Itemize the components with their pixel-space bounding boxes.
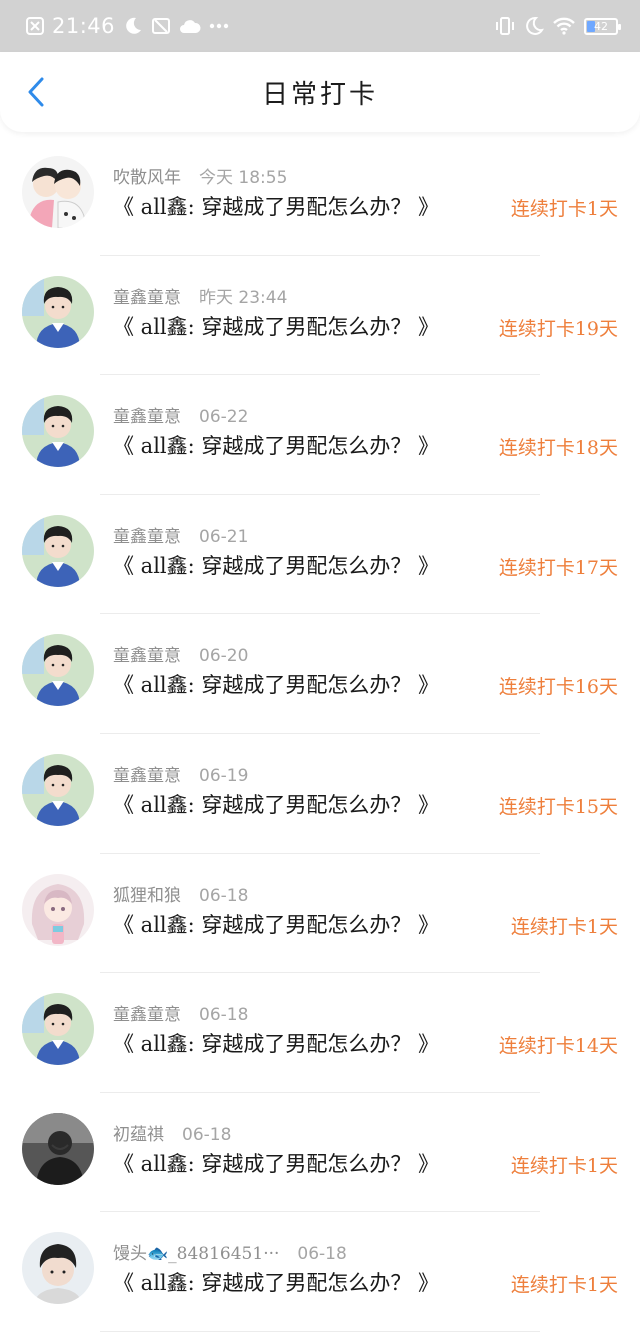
book-title[interactable]: 《 all鑫: 穿越成了男配怎么办？ 》 — [113, 789, 439, 819]
book-title[interactable]: 《 all鑫: 穿越成了男配怎么办？ 》 — [113, 1148, 439, 1178]
item-meta: 童鑫童意 昨天 23:44 — [113, 283, 287, 308]
user-name[interactable]: 吹散风年 — [113, 163, 181, 188]
item-meta: 馒头🐟_84816451··· 06-18 — [113, 1239, 347, 1264]
cloud-icon — [179, 17, 201, 35]
boy-blue-sweater-avatar[interactable] — [22, 993, 94, 1066]
back-button[interactable] — [18, 74, 54, 110]
checkin-item[interactable]: 吹散风年 今天 18:55 《 all鑫: 穿越成了男配怎么办？ 》 连续打卡1… — [0, 136, 640, 256]
post-time: 今天 18:55 — [199, 168, 288, 188]
anime-girl-avatar[interactable] — [22, 873, 94, 946]
book-title[interactable]: 《 all鑫: 穿越成了男配怎么办？ 》 — [113, 1267, 439, 1297]
checkin-item[interactable]: 馒头🐟_84816451··· 06-18 《 all鑫: 穿越成了男配怎么办？… — [0, 1212, 640, 1332]
status-left: 21:46 — [26, 14, 229, 38]
item-meta: 吹散风年 今天 18:55 — [113, 163, 287, 188]
user-name[interactable]: 狐狸和狼 — [113, 881, 181, 906]
more-dots-icon — [209, 23, 229, 29]
vibrate-icon — [494, 16, 516, 36]
streak-badge: 连续打卡1天 — [510, 915, 618, 938]
streak-badge: 连续打卡15天 — [498, 795, 618, 818]
boy-blue-sweater-avatar[interactable] — [22, 514, 94, 587]
post-time: 06-18 — [199, 885, 249, 906]
item-meta: 狐狸和狼 06-18 — [113, 881, 248, 906]
checkin-item[interactable]: 童鑫童意 06-19 《 all鑫: 穿越成了男配怎么办？ 》 连续打卡15天 — [0, 734, 640, 854]
app-header: 日常打卡 — [0, 52, 640, 132]
moon-icon — [524, 16, 544, 36]
boy-blue-sweater-avatar[interactable] — [22, 634, 94, 707]
item-meta: 童鑫童意 06-20 — [113, 641, 248, 666]
checkin-item[interactable]: 童鑫童意 昨天 23:44 《 all鑫: 穿越成了男配怎么办？ 》 连续打卡1… — [0, 256, 640, 376]
wifi-icon — [552, 17, 576, 35]
clock: 21:46 — [52, 14, 116, 38]
streak-badge: 连续打卡17天 — [498, 556, 618, 579]
book-title[interactable]: 《 all鑫: 穿越成了男配怎么办？ 》 — [113, 430, 439, 460]
page-title: 日常打卡 — [261, 79, 378, 110]
user-name[interactable]: 童鑫童意 — [113, 402, 181, 427]
cartoon-couple-avatar[interactable] — [22, 156, 94, 228]
boy-portrait-avatar[interactable] — [22, 1232, 94, 1305]
item-meta: 童鑫童意 06-18 — [113, 1000, 248, 1025]
user-name[interactable]: 初蕴祺 — [113, 1120, 164, 1145]
streak-badge: 连续打卡18天 — [498, 437, 618, 460]
battery-text: 42 — [594, 19, 608, 33]
checkin-item[interactable]: 童鑫童意 06-20 《 all鑫: 穿越成了男配怎么办？ 》 连续打卡16天 — [0, 614, 640, 734]
moon-icon — [123, 16, 143, 36]
user-name[interactable]: 童鑫童意 — [113, 761, 181, 786]
streak-badge: 连续打卡16天 — [498, 676, 618, 699]
item-meta: 童鑫童意 06-21 — [113, 522, 248, 547]
post-time: 06-18 — [297, 1244, 347, 1265]
checkin-list: 吹散风年 今天 18:55 《 all鑫: 穿越成了男配怎么办？ 》 连续打卡1… — [0, 136, 640, 1332]
boy-blue-sweater-avatar[interactable] — [22, 753, 94, 826]
post-time: 昨天 23:44 — [199, 287, 288, 308]
battery-icon: 42 — [584, 17, 621, 35]
book-title[interactable]: 《 all鑫: 穿越成了男配怎么办？ 》 — [113, 1028, 439, 1058]
user-name[interactable]: 童鑫童意 — [113, 522, 181, 547]
streak-badge: 连续打卡1天 — [510, 1274, 618, 1297]
streak-badge: 连续打卡14天 — [498, 1035, 618, 1058]
chevron-left-icon — [28, 77, 44, 107]
book-title[interactable]: 《 all鑫: 穿越成了男配怎么办？ 》 — [113, 311, 439, 341]
book-title[interactable]: 《 all鑫: 穿越成了男配怎么办？ 》 — [113, 550, 439, 580]
streak-badge: 连续打卡19天 — [498, 317, 618, 340]
post-time: 06-20 — [199, 646, 249, 667]
book-title[interactable]: 《 all鑫: 穿越成了男配怎么办？ 》 — [113, 909, 439, 939]
book-title[interactable]: 《 all鑫: 穿越成了男配怎么办？ 》 — [113, 191, 439, 221]
boy-blue-sweater-avatar[interactable] — [22, 395, 94, 468]
alarm-off-icon — [151, 16, 171, 36]
status-right: 42 — [494, 16, 621, 36]
close-box-icon — [26, 17, 44, 35]
status-bar: 21:46 42 — [0, 0, 640, 52]
item-meta: 童鑫童意 06-19 — [113, 761, 248, 786]
post-time: 06-18 — [182, 1124, 232, 1145]
checkin-item[interactable]: 童鑫童意 06-18 《 all鑫: 穿越成了男配怎么办？ 》 连续打卡14天 — [0, 973, 640, 1093]
user-name[interactable]: 童鑫童意 — [113, 283, 181, 308]
streak-badge: 连续打卡1天 — [510, 1154, 618, 1177]
checkin-item[interactable]: 初蕴祺 06-18 《 all鑫: 穿越成了男配怎么办？ 》 连续打卡1天 — [0, 1093, 640, 1213]
book-title[interactable]: 《 all鑫: 穿越成了男配怎么办？ 》 — [113, 669, 439, 699]
checkin-item[interactable]: 童鑫童意 06-21 《 all鑫: 穿越成了男配怎么办？ 》 连续打卡17天 — [0, 495, 640, 615]
item-meta: 初蕴祺 06-18 — [113, 1120, 231, 1145]
post-time: 06-18 — [199, 1005, 249, 1026]
user-name[interactable]: 童鑫童意 — [113, 1000, 181, 1025]
dark-photo-avatar[interactable] — [22, 1112, 94, 1185]
post-time: 06-19 — [199, 765, 249, 786]
checkin-item[interactable]: 童鑫童意 06-22 《 all鑫: 穿越成了男配怎么办？ 》 连续打卡18天 — [0, 375, 640, 495]
post-time: 06-22 — [199, 407, 249, 428]
checkin-item[interactable]: 狐狸和狼 06-18 《 all鑫: 穿越成了男配怎么办？ 》 连续打卡1天 — [0, 854, 640, 974]
streak-badge: 连续打卡1天 — [510, 198, 618, 220]
boy-blue-sweater-avatar[interactable] — [22, 275, 94, 348]
user-name[interactable]: 童鑫童意 — [113, 641, 181, 666]
user-name[interactable]: 馒头🐟_84816451··· — [113, 1239, 279, 1264]
post-time: 06-21 — [199, 526, 249, 547]
item-meta: 童鑫童意 06-22 — [113, 402, 248, 427]
